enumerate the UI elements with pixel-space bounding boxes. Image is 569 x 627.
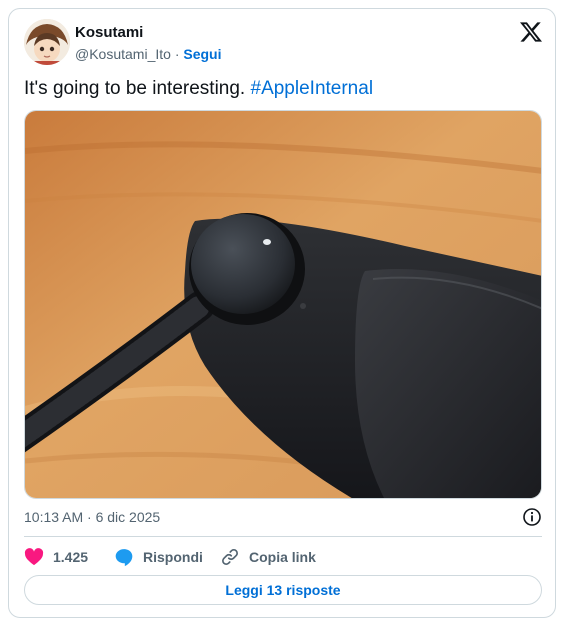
x-logo-icon[interactable] [520,21,542,43]
copy-link-label: Copia link [249,549,316,565]
handle-separator: · [174,46,180,62]
avatar[interactable] [24,19,70,65]
avatar-illustration [24,19,70,65]
tweet-timestamp[interactable]: 10:13 AM · 6 dic 2025 [24,509,160,525]
author-name[interactable]: Kosutami [75,24,143,41]
read-replies-button[interactable]: Leggi 13 risposte [24,575,542,605]
reply-label: Rispondi [143,549,203,565]
divider [24,536,542,537]
reply-action[interactable]: Rispondi [114,546,203,568]
likes-count: 1.425 [53,549,89,565]
info-icon[interactable] [522,507,542,527]
photo-image [25,111,541,498]
author-handle-row: @Kosutami_Ito · Segui [75,46,222,62]
heart-icon [24,548,44,566]
tweet-photo[interactable] [24,110,542,499]
author-handle[interactable]: @Kosutami_Ito [75,46,171,62]
link-icon [222,549,238,565]
copy-link-action[interactable]: Copia link [220,546,316,568]
tweet-embed-card: Kosutami @Kosutami_Ito · Segui It's goin… [8,8,556,618]
hashtag-link[interactable]: #AppleInternal [251,78,374,99]
tweet-body: It's going to be interesting. [24,78,246,99]
reply-bubble-icon [115,549,133,567]
follow-button[interactable]: Segui [183,46,221,62]
tweet-text: It's going to be interesting. #AppleInte… [24,78,373,100]
like-action[interactable]: 1.425 [24,546,88,568]
